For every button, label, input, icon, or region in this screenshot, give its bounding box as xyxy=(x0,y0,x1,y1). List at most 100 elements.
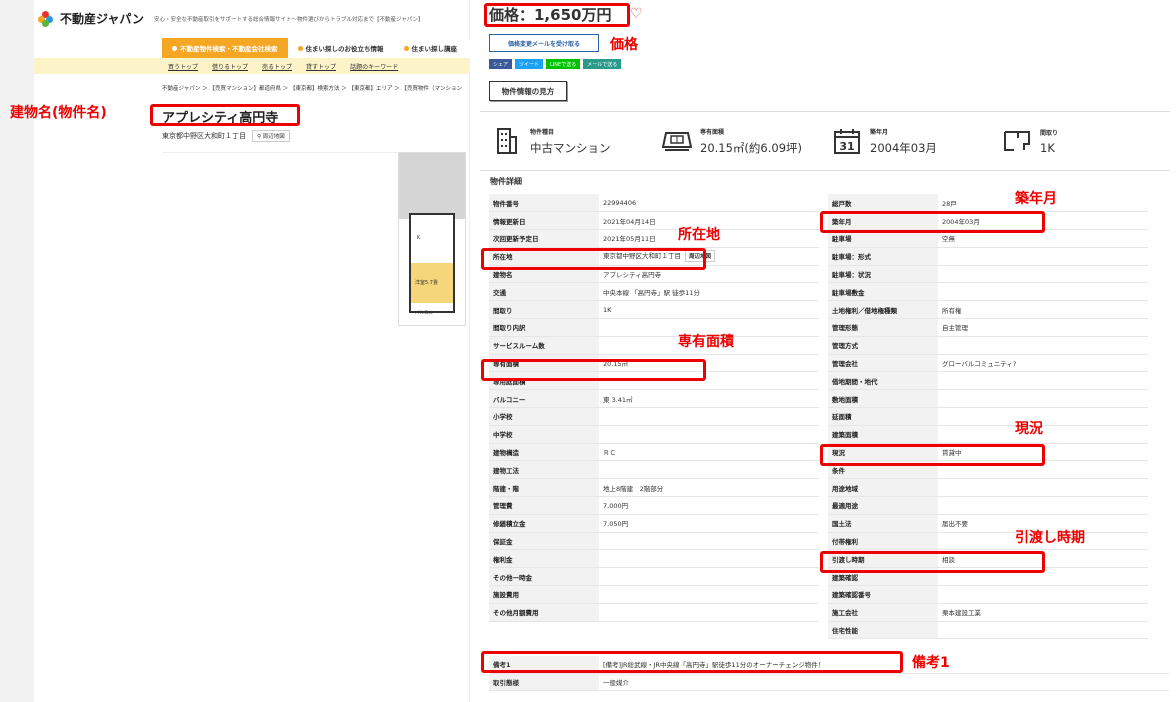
row-value-text: 2021年05月11日 xyxy=(603,235,656,244)
nav-course[interactable]: 住まい探し講座 xyxy=(394,38,468,58)
row-value-text: 自主管理 xyxy=(942,324,968,333)
row-label: 小学校 xyxy=(489,407,599,426)
row-label: サービスルーム数 xyxy=(489,336,599,355)
tagline: 安心・安全な不動産取引をサポートする総合情報サイト〜物件選びからトラブル対応まで… xyxy=(154,16,424,23)
mail-share-button[interactable]: メールで送る xyxy=(583,59,622,69)
row-label: 権利金 xyxy=(489,549,599,569)
bullet-icon xyxy=(403,45,409,51)
row-label: 専用庭面積 xyxy=(489,371,599,391)
row-value-text: ＲＣ xyxy=(603,449,616,458)
bullet-icon xyxy=(172,45,177,51)
table-row: 専有面積 20.15㎡ xyxy=(489,354,819,373)
row-label: 駐車場 xyxy=(828,229,938,248)
row-value: 1K xyxy=(599,300,819,320)
row-label: 交通 xyxy=(489,282,599,302)
table-row: その他月額費用 xyxy=(489,603,819,622)
table-row: 取引態様 一般媒介 xyxy=(489,673,1169,691)
floorplan-thumb xyxy=(399,153,465,219)
row-value: 所有権 xyxy=(938,300,1148,320)
row-label: 条件 xyxy=(828,460,938,480)
logo-icon[interactable] xyxy=(38,10,54,27)
row-value xyxy=(599,585,819,604)
row-value-text: 空無 xyxy=(942,235,955,244)
row-label: 付帯権利 xyxy=(828,532,938,551)
row-value xyxy=(938,371,1148,391)
table-row: 権利金 xyxy=(489,549,819,569)
row-label: 建物工法 xyxy=(489,460,599,480)
annotation-area: 専有面積 xyxy=(678,334,734,350)
subnav-lease[interactable]: 貸すトップ xyxy=(306,62,336,71)
row-label: 次回更新予定日 xyxy=(489,229,599,248)
nav-search[interactable]: 不動産物件検索・不動産会社検索 xyxy=(162,38,288,58)
kitchen-label: K xyxy=(417,235,421,241)
logo-text[interactable]: 不動産ジャパン xyxy=(60,10,144,27)
row-label: 間取り xyxy=(489,300,599,320)
main-nav: 不動産物件検索・不動産会社検索 住まい探しのお役立ち情報 住まい探し講座 xyxy=(34,38,470,58)
price-alert-button[interactable]: 価格変更メールを受け取る xyxy=(489,34,599,52)
table-row: 最適用途 xyxy=(828,496,1148,515)
row-value xyxy=(938,247,1148,266)
table-row: 管理会社 グローバルコミュニティ? xyxy=(828,354,1148,373)
row-value: 自主管理 xyxy=(938,318,1148,337)
table-row: 間取り内訳 xyxy=(489,318,819,337)
row-value xyxy=(938,336,1148,355)
table-row: 借地期間・地代 xyxy=(828,371,1148,391)
row-label: 建築確認番号 xyxy=(828,585,938,604)
row-value-text: 20.15㎡ xyxy=(603,360,629,369)
row-label: 築年月 xyxy=(828,211,938,231)
annotation-location: 所在地 xyxy=(678,227,720,243)
summary-area: 専有面積 20.15㎡(約6.09坪) xyxy=(650,112,820,170)
guide-button[interactable]: 物件情報の見方 xyxy=(489,81,567,101)
subnav-buy[interactable]: 買うトップ xyxy=(168,62,198,71)
subnav-rent[interactable]: 借りるトップ xyxy=(212,62,248,71)
subnav-sell[interactable]: 売るトップ xyxy=(262,62,292,71)
table-row: 所在地 東京都中野区大和町１丁目 周辺地図 xyxy=(489,247,819,266)
row-value-text: 賃貸中 xyxy=(942,449,962,458)
row-value-text: グローバルコミュニティ? xyxy=(942,360,1017,369)
summary-built: 31 築年月 2004年03月 xyxy=(820,112,990,170)
row-label: 現況 xyxy=(828,443,938,462)
table-row: 駐車場 空無 xyxy=(828,229,1148,248)
row-label: 駐車場：形式 xyxy=(828,247,938,266)
row-label: 総戸数 xyxy=(828,194,938,213)
row-label: 取引態様 xyxy=(489,673,599,691)
row-label: 建物構造 xyxy=(489,443,599,462)
row-label: 備考1 xyxy=(489,656,599,674)
twitter-share-button[interactable]: ツイート xyxy=(515,59,544,69)
row-value-text: 相談 xyxy=(942,555,955,564)
sub-nav: 買うトップ 借りるトップ 売るトップ 貸すトップ 話題のキーワード xyxy=(34,58,470,74)
row-label: 建物名 xyxy=(489,265,599,284)
row-value xyxy=(599,407,819,426)
table-row: 交通 中央本線 「高円寺」駅 徒歩11分 xyxy=(489,282,819,302)
row-value xyxy=(938,265,1148,284)
table-row: 建築面積 xyxy=(828,425,1148,444)
row-value-text: 所有権 xyxy=(942,306,962,315)
row-label: 土地権利／借地権種類 xyxy=(828,300,938,320)
row-value: ＲＣ xyxy=(599,443,819,462)
row-value xyxy=(599,603,819,622)
row-label: 駐車場敷金 xyxy=(828,282,938,302)
row-value xyxy=(938,567,1148,587)
breadcrumb[interactable]: 不動産ジャパン ＞ 【売買マンション】都道府県 ＞ 【東京都】検索方法 ＞ 【東… xyxy=(162,84,466,92)
table-row: 施設費用 xyxy=(489,585,819,604)
table-row: 情報更新日 2021年04月14日 xyxy=(489,211,819,231)
price: 価格：1,650万円 xyxy=(489,6,612,24)
facebook-share-button[interactable]: シェア xyxy=(489,59,513,69)
nav-tips[interactable]: 住まい探しのお役立ち情報 xyxy=(288,38,394,58)
annotation-status: 現況 xyxy=(1015,421,1043,437)
row-label: バルコニー xyxy=(489,389,599,409)
subnav-keywords[interactable]: 話題のキーワード xyxy=(350,62,398,71)
bullet-icon xyxy=(297,45,303,51)
row-value: 22994406 xyxy=(599,194,819,213)
map-button[interactable]: 周辺地図 xyxy=(685,250,716,263)
floorplan-image[interactable]: 洋室5.7畳 K バルコニー xyxy=(398,152,466,326)
row-value-text: 東京都中野区大和町１丁目 xyxy=(603,252,681,261)
row-value: グローバルコミュニティ? xyxy=(938,354,1148,373)
row-label: 階建・階 xyxy=(489,478,599,498)
favorite-heart-icon[interactable]: ♡ xyxy=(630,6,643,22)
line-share-button[interactable]: LINEで送る xyxy=(546,59,581,69)
map-button[interactable]: ⚲ 周辺地図 xyxy=(252,130,290,142)
svg-text:31: 31 xyxy=(839,140,854,153)
calendar-icon: 31 xyxy=(832,126,862,156)
row-value: 相談 xyxy=(938,549,1148,569)
